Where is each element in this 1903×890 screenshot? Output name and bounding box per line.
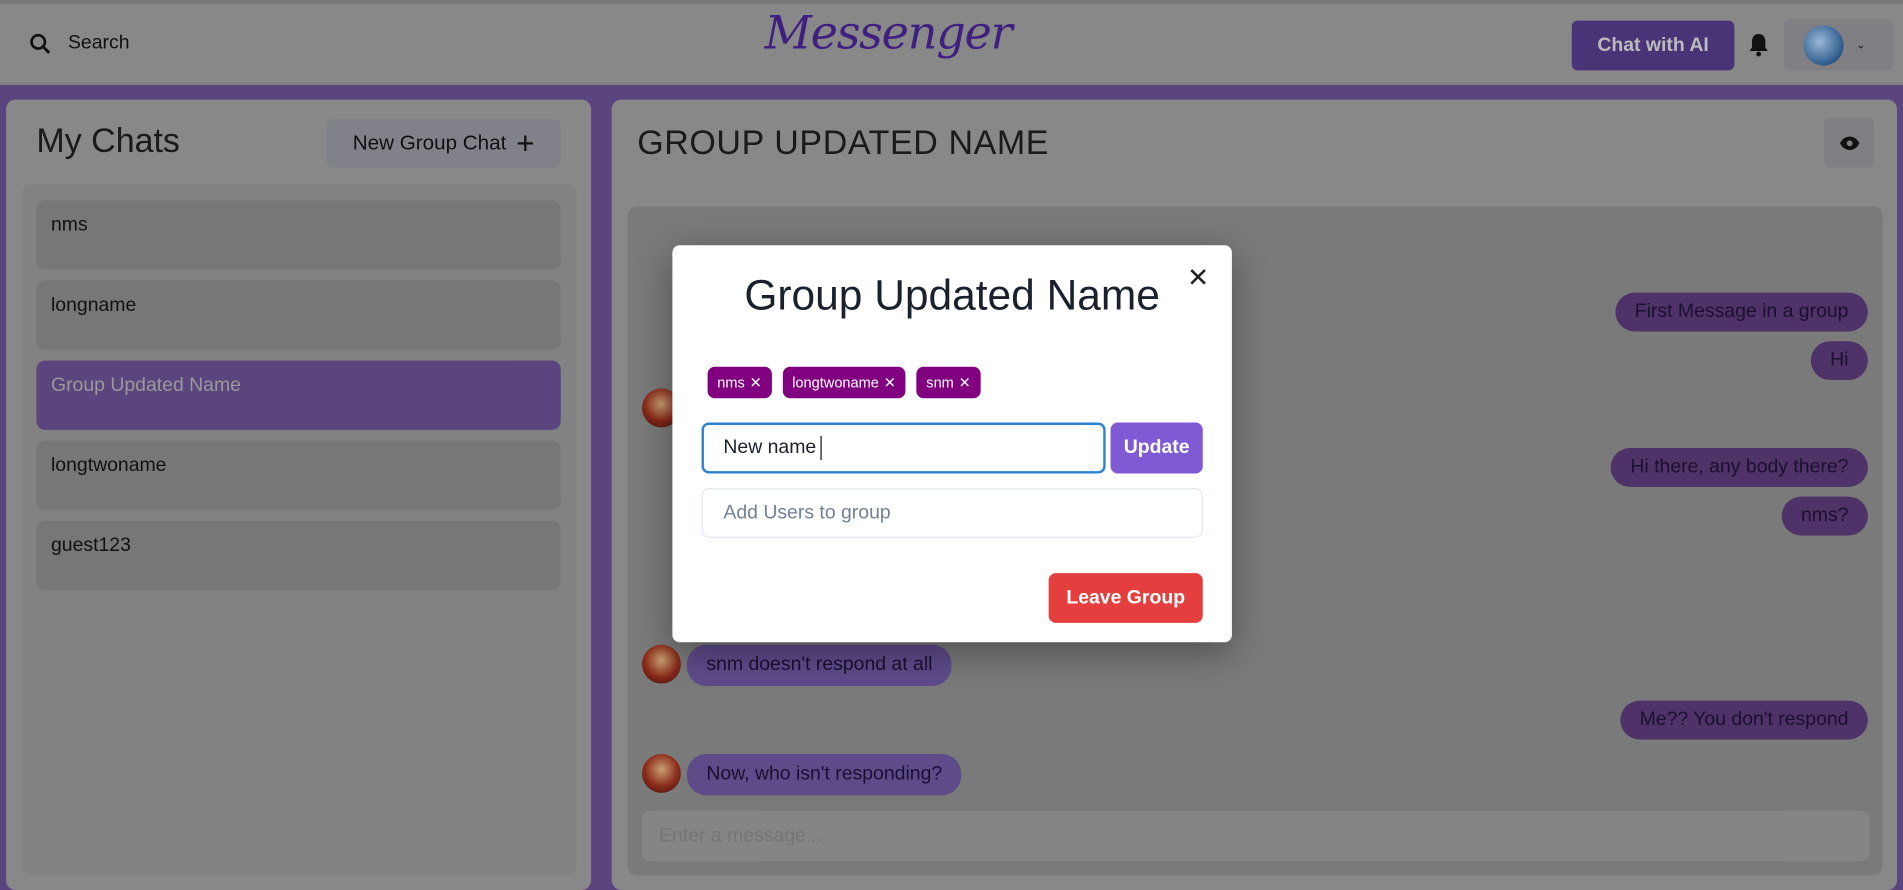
remove-member-icon[interactable]: ✕ (750, 374, 762, 391)
update-button[interactable]: Update (1110, 422, 1203, 474)
logo: Messenger (764, 6, 1013, 60)
member-tag: snm ✕ (916, 366, 981, 399)
view-group-button[interactable] (1824, 117, 1874, 168)
search-button[interactable]: Search (29, 32, 130, 55)
message-input[interactable] (642, 811, 1870, 861)
member-name: longtwoname (792, 373, 879, 391)
member-tag: longtwoname ✕ (782, 366, 906, 399)
group-name-input[interactable]: New name (701, 422, 1106, 474)
close-icon[interactable]: ✕ (1187, 262, 1209, 294)
bell-icon[interactable] (1748, 33, 1770, 57)
search-label: Search (67, 32, 130, 54)
message-received: Now, who isn't responding? (686, 754, 962, 796)
eye-icon (1839, 135, 1859, 150)
sender-avatar (642, 754, 681, 793)
chat-list: nms longname Group Updated Name longtwon… (21, 184, 577, 876)
new-group-chat-button[interactable]: New Group Chat + (326, 118, 561, 168)
message-sent: Hi (1810, 341, 1868, 381)
avatar (1803, 24, 1844, 65)
message-received: snm doesn't respond at all (686, 644, 952, 687)
text-caret (821, 435, 823, 461)
chat-title: GROUP UPDATED NAME (637, 123, 1050, 162)
top-bar: Search Messenger Chat with AI ⌄ (0, 0, 1903, 85)
modal-title: Group Updated Name (744, 271, 1160, 320)
sender-avatar (642, 644, 681, 684)
new-group-label: New Group Chat (352, 131, 507, 155)
message-sent: Me?? You don't respond (1620, 700, 1868, 740)
remove-member-icon[interactable]: ✕ (884, 374, 896, 391)
chevron-down-icon: ⌄ (1855, 38, 1866, 52)
member-name: nms (717, 373, 745, 391)
my-chats-title: My Chats (36, 121, 180, 160)
member-name: snm (926, 373, 954, 391)
chat-item-selected[interactable]: Group Updated Name (36, 360, 561, 430)
my-chats-panel: My Chats New Group Chat + nms longname G… (6, 99, 592, 890)
member-tag: nms ✕ (707, 366, 772, 399)
chat-with-ai-button[interactable]: Chat with AI (1571, 20, 1735, 71)
group-name-value: New name (723, 437, 817, 458)
search-icon (30, 33, 51, 54)
member-tags: nms ✕ longtwoname ✕ snm ✕ (707, 366, 981, 399)
chat-item[interactable]: longname (36, 280, 561, 350)
message-sent: First Message in a group (1615, 292, 1868, 332)
message-sent: nms? (1781, 496, 1868, 536)
chat-item[interactable]: nms (36, 200, 561, 270)
leave-group-button[interactable]: Leave Group (1048, 573, 1203, 623)
profile-menu[interactable]: ⌄ (1784, 19, 1894, 71)
plus-icon: + (516, 125, 535, 162)
chat-item[interactable]: longtwoname (36, 440, 561, 510)
add-users-input[interactable]: Add Users to group (701, 488, 1203, 538)
remove-member-icon[interactable]: ✕ (959, 374, 971, 391)
message-sent: Hi there, any body there? (1610, 448, 1868, 487)
chat-item[interactable]: guest123 (36, 520, 561, 591)
group-settings-modal: Group Updated Name ✕ nms ✕ longtwoname ✕ s… (672, 245, 1232, 643)
